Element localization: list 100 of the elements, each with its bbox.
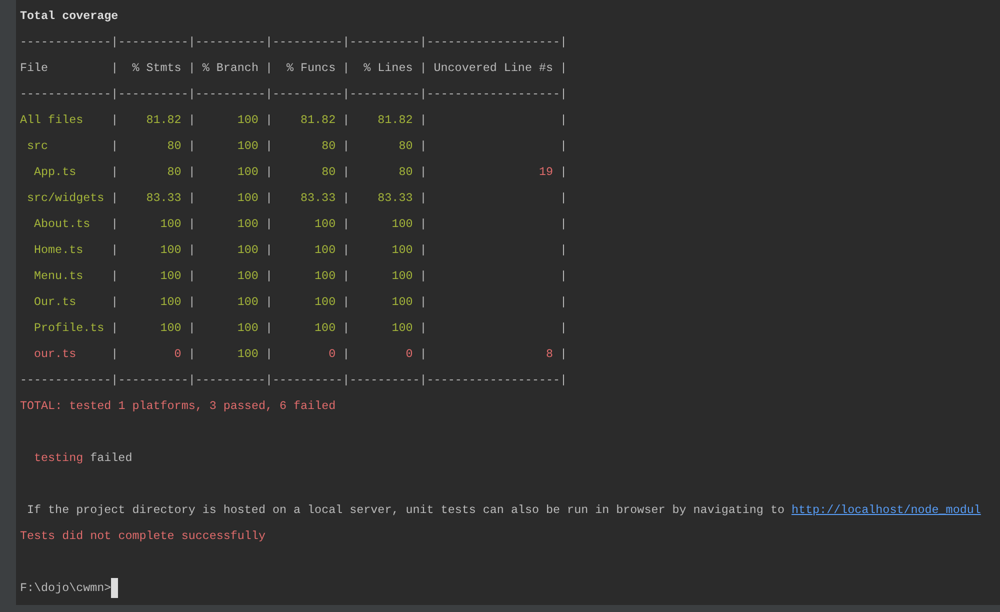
- table-cell-text: 100: [237, 320, 258, 337]
- table-cell-text: 83.33: [300, 190, 336, 207]
- column-divider: |: [342, 268, 350, 285]
- file-name: src: [27, 139, 48, 153]
- line-number: 19: [538, 164, 553, 181]
- column-header: % Branch: [202, 60, 258, 77]
- column-divider: |: [342, 242, 350, 259]
- table-cell-text: 80: [322, 138, 336, 155]
- table-cell-text: 83.33: [378, 190, 413, 207]
- url-link[interactable]: http://localhost/node_modul: [792, 497, 981, 523]
- separator-line: -------------|----------|----------|----------|----------|-------------------|: [20, 86, 568, 103]
- status-text: testing failed: [34, 450, 132, 467]
- table-cell-text: 80: [167, 164, 182, 181]
- table-cell-text: 100: [237, 112, 258, 129]
- column-header: % Funcs: [286, 60, 336, 77]
- column-divider: |: [560, 294, 568, 311]
- column-divider: |: [111, 60, 118, 77]
- column-header: File: [20, 61, 48, 75]
- column-divider: |: [188, 268, 196, 285]
- file-name: Menu.ts: [34, 269, 84, 283]
- table-cell-text: 80: [398, 138, 413, 155]
- column-divider: |: [188, 164, 196, 181]
- file-name: All files: [20, 113, 84, 127]
- column-divider: |: [188, 294, 196, 311]
- text-cursor: [111, 578, 118, 598]
- column-divider: |: [111, 242, 118, 259]
- table-cell-text: 100: [314, 268, 336, 285]
- table-cell-text: 100: [237, 216, 258, 233]
- table-cell-text: 100: [314, 294, 336, 311]
- table-cell-text: 83.33: [146, 190, 182, 207]
- column-divider: |: [265, 242, 272, 259]
- column-divider: |: [342, 216, 350, 233]
- column-divider: |: [188, 320, 196, 337]
- column-divider: |: [560, 268, 568, 285]
- column-divider: |: [560, 346, 568, 363]
- column-divider: |: [188, 190, 196, 207]
- column-divider: |: [111, 216, 118, 233]
- table-cell-text: 100: [160, 268, 182, 285]
- table-cell-text: 100: [160, 320, 182, 337]
- line-number: 8: [546, 346, 553, 363]
- table-cell-text: 100: [392, 294, 413, 311]
- column-divider: |: [265, 164, 272, 181]
- column-divider: |: [560, 320, 568, 337]
- table-cell-text: 100: [160, 242, 182, 259]
- column-divider: |: [111, 164, 118, 181]
- column-divider: |: [111, 268, 118, 285]
- column-divider: |: [265, 294, 272, 311]
- table-cell-text: 100: [160, 216, 182, 233]
- hint-text: If the project directory is hosted on a local server, unit tests can also be run in browser by navigating to: [27, 502, 786, 519]
- column-divider: |: [420, 112, 427, 129]
- error-text: Tests did not complete successfully: [20, 528, 266, 545]
- column-divider: |: [342, 164, 350, 181]
- table-cell-text: 100: [392, 268, 413, 285]
- column-divider: |: [420, 346, 427, 363]
- table-cell-text: 100: [392, 242, 413, 259]
- column-divider: |: [560, 216, 568, 233]
- table-cell-text: 80: [398, 164, 413, 181]
- column-divider: |: [111, 138, 118, 155]
- column-divider: |: [560, 112, 568, 129]
- column-divider: |: [265, 60, 272, 77]
- column-divider: |: [420, 320, 427, 337]
- column-divider: |: [188, 138, 196, 155]
- column-divider: |: [420, 268, 427, 285]
- table-cell-text: 0: [328, 346, 336, 363]
- column-divider: |: [342, 190, 350, 207]
- table-cell-text: 100: [237, 268, 258, 285]
- column-divider: |: [560, 190, 568, 207]
- table-cell-text: 100: [237, 190, 258, 207]
- table-cell-text: 100: [314, 320, 336, 337]
- column-divider: |: [560, 242, 568, 259]
- table-cell-text: 100: [314, 242, 336, 259]
- column-divider: |: [560, 138, 568, 155]
- table-cell-text: 81.82: [300, 112, 336, 129]
- column-divider: |: [265, 320, 272, 337]
- table-cell-text: 100: [314, 216, 336, 233]
- table-cell-text: 100: [237, 138, 258, 155]
- column-divider: |: [560, 164, 568, 181]
- command-prompt: F:\dojo\cwmn>: [20, 580, 112, 597]
- column-divider: |: [265, 190, 272, 207]
- column-header: Uncovered Line #s: [434, 60, 553, 77]
- file-name: Profile.ts: [34, 321, 104, 335]
- column-divider: |: [420, 60, 427, 77]
- table-cell-text: 81.82: [378, 112, 413, 129]
- file-name: Home.ts: [34, 243, 84, 257]
- column-divider: |: [420, 138, 427, 155]
- column-divider: |: [342, 320, 350, 337]
- file-name: Our.ts: [34, 295, 76, 309]
- table-cell-text: 0: [406, 346, 413, 363]
- file-name: App.ts: [34, 165, 76, 179]
- column-divider: |: [111, 346, 118, 363]
- file-name: src/widgets: [27, 191, 104, 205]
- column-divider: |: [265, 346, 272, 363]
- table-cell-text: 80: [167, 138, 182, 155]
- table-cell-text: 100: [237, 242, 258, 259]
- file-name: About.ts: [34, 217, 90, 231]
- column-divider: |: [265, 138, 272, 155]
- file-name: our.ts: [34, 347, 76, 361]
- table-cell-text: 100: [160, 294, 182, 311]
- column-divider: |: [342, 346, 350, 363]
- summary-text: TOTAL: tested 1 platforms, 3 passed, 6 failed: [20, 398, 336, 415]
